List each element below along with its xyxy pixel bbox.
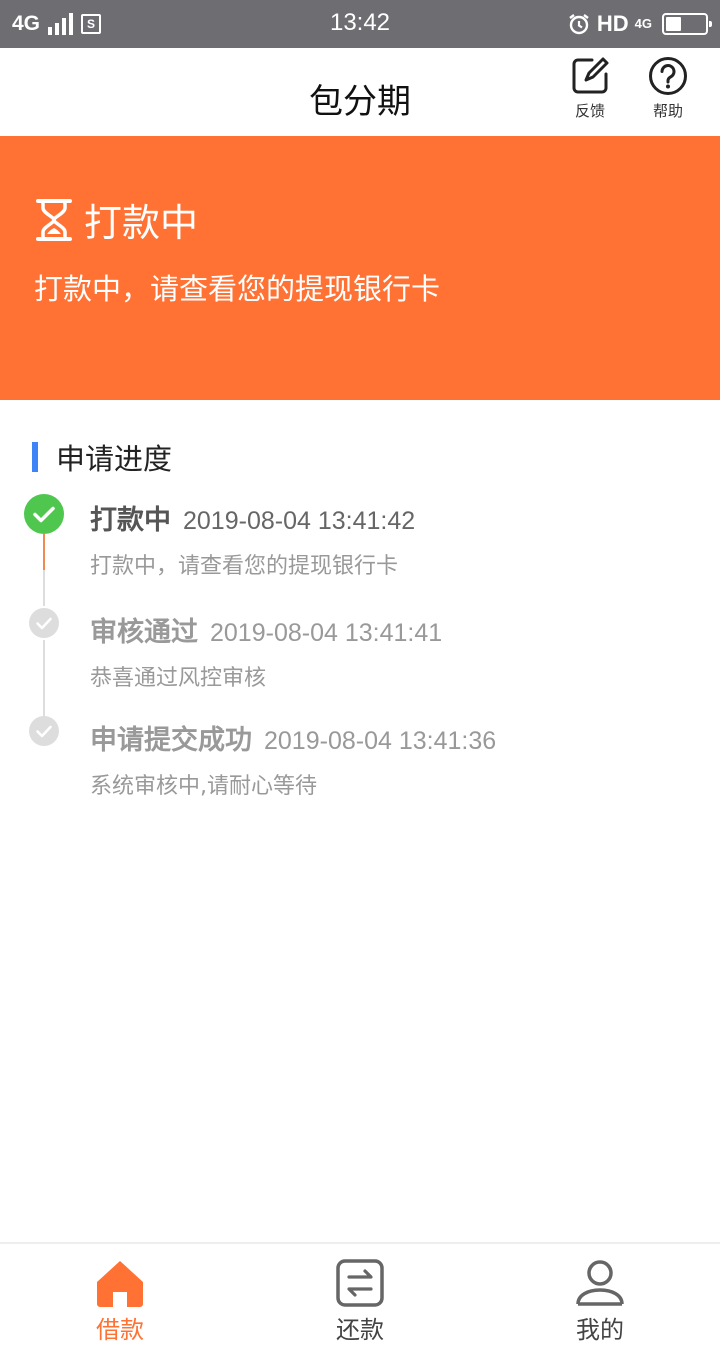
progress-title: 申请进度 xyxy=(56,442,173,476)
bottom-tab-bar: 借款 还款 我的 xyxy=(0,1242,720,1356)
feedback-button[interactable]: 反馈 xyxy=(560,54,620,130)
tab-repay[interactable]: 还款 xyxy=(300,1244,420,1356)
check-circle-icon xyxy=(24,494,64,534)
progress-item-time: 2019-08-04 13:41:36 xyxy=(264,727,497,755)
banner-status-desc: 打款中，请查看您的提现银行卡 xyxy=(34,272,441,306)
progress-item-time: 2019-08-04 13:41:42 xyxy=(183,507,416,535)
check-circle-icon xyxy=(29,716,59,746)
progress-item-head: 打款中 2019-08-04 13:41:42 xyxy=(90,498,415,537)
tab-mine[interactable]: 我的 xyxy=(540,1244,660,1356)
timeline-line xyxy=(43,570,45,606)
section-accent-bar xyxy=(32,442,38,472)
progress-item-desc: 系统审核中,请耐心等待 xyxy=(90,774,317,799)
progress-item-time: 2019-08-04 13:41:41 xyxy=(210,619,443,647)
help-button[interactable]: 帮助 xyxy=(638,54,698,130)
progress-section-title: 申请进度 xyxy=(32,436,172,478)
hourglass-icon xyxy=(36,198,72,241)
user-icon xyxy=(576,1260,624,1306)
hd-indicator: HD xyxy=(596,11,629,36)
banner-status-title: 打款中 xyxy=(84,201,199,245)
tab-label: 还款 xyxy=(336,1316,384,1344)
tab-label: 我的 xyxy=(576,1316,624,1344)
progress-item-desc: 恭喜通过风控审核 xyxy=(90,666,267,691)
progress-item-name: 打款中 xyxy=(90,505,171,536)
timeline-line-active xyxy=(43,534,45,570)
exchange-icon xyxy=(336,1259,384,1307)
battery-icon xyxy=(662,13,712,35)
progress-item-head: 申请提交成功 2019-08-04 13:41:36 xyxy=(90,718,496,757)
progress-item-head: 审核通过 2019-08-04 13:41:41 xyxy=(90,610,442,649)
status-bar: 4G S 13:42 HD 4G xyxy=(0,0,720,48)
progress-item-name: 审核通过 xyxy=(90,617,198,648)
home-icon xyxy=(97,1261,143,1307)
tab-label: 借款 xyxy=(96,1316,144,1344)
status-banner: 打款中 打款中，请查看您的提现银行卡 xyxy=(0,136,720,400)
tab-loan[interactable]: 借款 xyxy=(60,1244,180,1356)
status-row: 打款中 xyxy=(34,192,198,247)
question-icon xyxy=(649,57,687,95)
edit-icon xyxy=(572,57,609,94)
help-label: 帮助 xyxy=(652,102,683,120)
progress-item-desc: 打款中，请查看您的提现银行卡 xyxy=(90,554,399,579)
progress-item-name: 申请提交成功 xyxy=(90,725,252,756)
status-right: HD 4G xyxy=(567,9,712,39)
app-header: 包分期 反馈 帮助 xyxy=(0,48,720,136)
alarm-icon xyxy=(567,12,591,36)
network-small: 4G xyxy=(634,16,652,31)
feedback-label: 反馈 xyxy=(574,102,605,120)
check-circle-icon xyxy=(29,608,59,638)
timeline-line xyxy=(43,640,45,716)
